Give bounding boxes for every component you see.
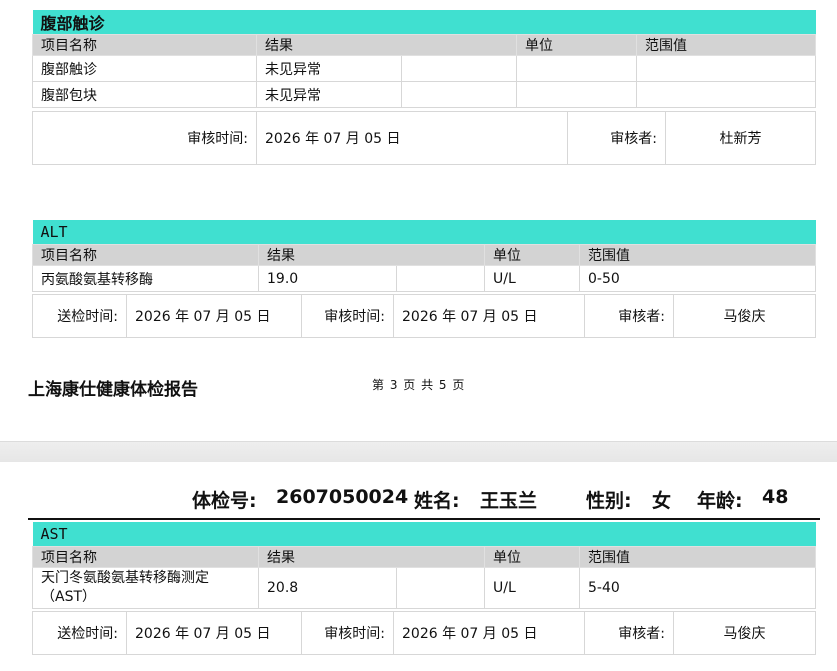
- gender-label: 性别:: [586, 490, 632, 512]
- submit-time-value: 2026 年 07 月 05 日: [126, 611, 302, 655]
- col-header-result: 结果: [256, 34, 517, 56]
- reviewer-name: 马俊庆: [673, 294, 816, 338]
- exam-no-label: 体检号:: [192, 490, 257, 512]
- item-range: [635, 55, 817, 82]
- signoff-row: 送检时间: 2026 年 07 月 05 日 审核时间: 2026 年 07 月…: [32, 294, 816, 338]
- col-header-unit: 单位: [516, 34, 637, 56]
- review-time-value: 2026 年 07 月 05 日: [393, 611, 585, 655]
- col-header-item: 项目名称: [32, 244, 259, 266]
- section-title-row: ALT: [32, 220, 816, 245]
- item-name: 腹部触诊: [32, 55, 257, 82]
- reviewer-label: 审核者:: [584, 611, 674, 655]
- item-range: [635, 81, 817, 108]
- col-header-range: 范围值: [578, 546, 817, 568]
- page-number: 第 3 页 共 5 页: [372, 378, 466, 392]
- table-header-row: 项目名称 结果 单位 范围值: [32, 546, 817, 568]
- table-header-row: 项目名称 结果 单位 范围值: [32, 34, 817, 56]
- col-header-range: 范围值: [578, 244, 817, 266]
- exam-no-value: 2607050024: [276, 486, 409, 508]
- item-result: 未见异常: [256, 81, 402, 108]
- section-title-row: 腹部触诊: [32, 10, 816, 35]
- reviewer-name: 杜新芳: [665, 111, 816, 165]
- col-header-result: 结果: [258, 546, 485, 568]
- review-time-value: 2026 年 07 月 05 日: [393, 294, 585, 338]
- section-title-row: AST: [32, 522, 816, 547]
- reviewer-name: 马俊庆: [673, 611, 816, 655]
- empty-cell: [401, 55, 517, 82]
- item-unit: U/L: [484, 567, 580, 609]
- submit-time-label: 送检时间:: [32, 611, 127, 655]
- item-unit: [516, 55, 637, 82]
- signoff-row: 审核时间: 2026 年 07 月 05 日 审核者: 杜新芳: [32, 111, 816, 165]
- submit-time-value: 2026 年 07 月 05 日: [126, 294, 302, 338]
- item-unit: U/L: [484, 265, 580, 292]
- gender-value: 女: [652, 490, 672, 512]
- patient-header: 体检号: 2607050024 姓名: 王玉兰 性别: 女 年龄: 48: [0, 486, 837, 514]
- ast-signoff-table: 送检时间: 2026 年 07 月 05 日 审核时间: 2026 年 07 月…: [32, 611, 816, 655]
- item-name: 天门冬氨酸氨基转移酶测定 （AST）: [32, 567, 259, 609]
- item-name-line1: 天门冬氨酸氨基转移酶测定: [41, 570, 209, 586]
- item-result: 19.0: [258, 265, 397, 292]
- report-title: 上海康仕健康体检报告: [28, 380, 198, 400]
- empty-cell: [396, 265, 485, 292]
- table-row: 天门冬氨酸氨基转移酶测定 （AST） 20.8 U/L 5-40: [32, 567, 817, 609]
- item-unit: [516, 81, 637, 108]
- section-title: ALT: [32, 220, 816, 245]
- abdomen-section-table: 腹部触诊 项目名称 结果 单位 范围值 腹部触诊 未见异常 腹部包块 未见异常: [32, 10, 817, 108]
- alt-section-table: ALT 项目名称 结果 单位 范围值 丙氨酸氨基转移酶 19.0 U/L 0-5…: [32, 220, 817, 292]
- signoff-row: 送检时间: 2026 年 07 月 05 日 审核时间: 2026 年 07 月…: [32, 611, 816, 655]
- table-row: 腹部触诊 未见异常: [32, 55, 817, 82]
- age-label: 年龄:: [697, 490, 743, 512]
- review-time-label: 审核时间:: [301, 611, 394, 655]
- section-title: AST: [32, 522, 816, 547]
- item-result: 未见异常: [256, 55, 402, 82]
- table-header-row: 项目名称 结果 单位 范围值: [32, 244, 817, 266]
- item-name: 腹部包块: [32, 81, 257, 108]
- age-value: 48: [762, 486, 789, 508]
- reviewer-label: 审核者:: [567, 111, 666, 165]
- report-page-3: 腹部触诊 项目名称 结果 单位 范围值 腹部触诊 未见异常 腹部包块 未见异常 …: [0, 0, 837, 441]
- abdomen-signoff-table: 审核时间: 2026 年 07 月 05 日 审核者: 杜新芳: [32, 111, 816, 165]
- name-value: 王玉兰: [480, 490, 538, 512]
- name-label: 姓名:: [414, 490, 460, 512]
- empty-cell: [396, 567, 485, 609]
- col-header-item: 项目名称: [32, 546, 259, 568]
- col-header-range: 范围值: [635, 34, 817, 56]
- review-time-label: 审核时间:: [301, 294, 394, 338]
- col-header-item: 项目名称: [32, 34, 257, 56]
- table-row: 腹部包块 未见异常: [32, 81, 817, 108]
- item-range: 0-50: [578, 265, 817, 292]
- review-time-label: 审核时间:: [32, 111, 257, 165]
- col-header-unit: 单位: [484, 546, 580, 568]
- item-name-line2: （AST）: [41, 589, 97, 605]
- item-result: 20.8: [258, 567, 397, 609]
- col-header-result: 结果: [258, 244, 485, 266]
- reviewer-label: 审核者:: [584, 294, 674, 338]
- empty-cell: [401, 81, 517, 108]
- section-title: 腹部触诊: [32, 10, 816, 35]
- page-separator: [0, 441, 837, 464]
- ast-section-table: AST 项目名称 结果 单位 范围值 天门冬氨酸氨基转移酶测定 （AST） 20…: [32, 522, 817, 609]
- col-header-unit: 单位: [484, 244, 580, 266]
- alt-signoff-table: 送检时间: 2026 年 07 月 05 日 审核时间: 2026 年 07 月…: [32, 294, 816, 338]
- submit-time-label: 送检时间:: [32, 294, 127, 338]
- item-range: 5-40: [578, 567, 817, 609]
- table-row: 丙氨酸氨基转移酶 19.0 U/L 0-50: [32, 265, 817, 292]
- header-divider: [28, 518, 820, 520]
- review-time-value: 2026 年 07 月 05 日: [256, 111, 568, 165]
- item-name: 丙氨酸氨基转移酶: [32, 265, 259, 292]
